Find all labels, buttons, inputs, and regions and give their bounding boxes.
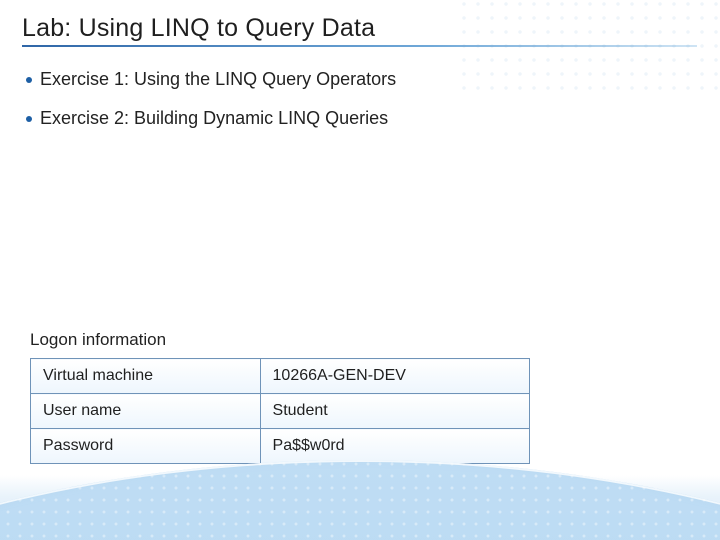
- bullet-dot-icon: [26, 77, 32, 83]
- bullet-dot-icon: [26, 116, 32, 122]
- bullet-list: Exercise 1: Using the LINQ Query Operato…: [0, 47, 720, 129]
- logon-value: Student: [260, 394, 529, 429]
- table-row: User name Student: [31, 394, 530, 429]
- slide-title: Lab: Using LINQ to Query Data: [22, 14, 720, 43]
- bullet-text: Exercise 2: Building Dynamic LINQ Querie…: [40, 108, 388, 129]
- logon-label: Virtual machine: [31, 359, 261, 394]
- table-row: Virtual machine 10266A-GEN-DEV: [31, 359, 530, 394]
- table-row: Password Pa$$w0rd: [31, 429, 530, 464]
- bullet-text: Exercise 1: Using the LINQ Query Operato…: [40, 69, 396, 90]
- logon-value: 10266A-GEN-DEV: [260, 359, 529, 394]
- decorative-arc: [0, 460, 720, 540]
- logon-value: Pa$$w0rd: [260, 429, 529, 464]
- logon-block: Logon information Virtual machine 10266A…: [30, 330, 530, 464]
- list-item: Exercise 1: Using the LINQ Query Operato…: [26, 69, 720, 90]
- logon-label: User name: [31, 394, 261, 429]
- logon-table: Virtual machine 10266A-GEN-DEV User name…: [30, 358, 530, 464]
- slide: Lab: Using LINQ to Query Data Exercise 1…: [0, 0, 720, 540]
- logon-heading: Logon information: [30, 330, 530, 350]
- title-block: Lab: Using LINQ to Query Data: [0, 0, 720, 47]
- list-item: Exercise 2: Building Dynamic LINQ Querie…: [26, 108, 720, 129]
- logon-label: Password: [31, 429, 261, 464]
